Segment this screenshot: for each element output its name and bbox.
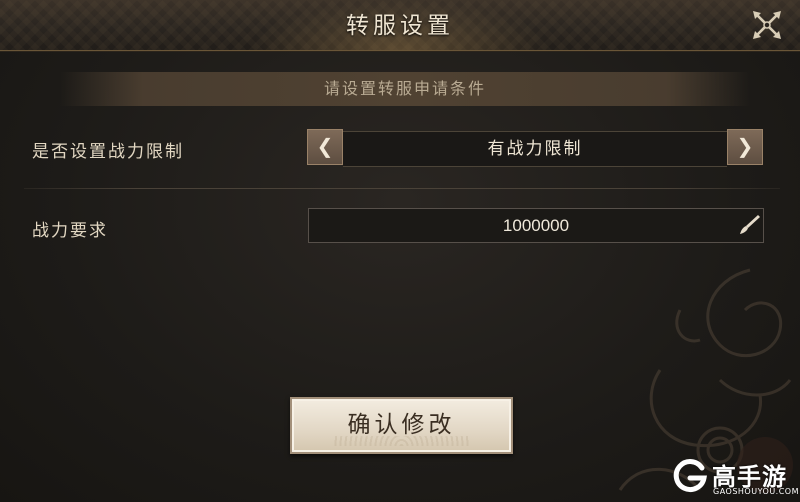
dialog-subtitle: 请设置转服申请条件 bbox=[323, 79, 486, 98]
power-requirement-input[interactable]: 1000000 bbox=[308, 208, 764, 243]
close-icon[interactable] bbox=[750, 8, 784, 42]
power-limit-label: 是否设置战力限制 bbox=[32, 142, 184, 162]
power-requirement-label: 战力要求 bbox=[32, 221, 108, 241]
power-limit-next-button[interactable]: ❯ bbox=[727, 129, 763, 165]
confirm-modify-label: 确认修改 bbox=[347, 412, 456, 438]
watermark-url: GAOSHOUYOU.COM bbox=[713, 487, 800, 496]
row-divider bbox=[24, 188, 780, 189]
brush-icon[interactable] bbox=[737, 213, 761, 237]
chevron-left-icon: ❮ bbox=[316, 134, 334, 158]
transfer-server-settings-dialog: 转服设置 请设置转服申请条件 是否设置战力限制 ❮ 有战力限制 ❯ 战力要求 1… bbox=[0, 0, 800, 502]
chevron-right-icon: ❯ bbox=[736, 134, 754, 158]
power-limit-selector: 有战力限制 bbox=[343, 131, 727, 167]
dialog-title: 转服设置 bbox=[346, 13, 454, 39]
gaoshouyou-logo-icon bbox=[673, 459, 707, 493]
watermark: 高手游 GAOSHOUYOU.COM bbox=[672, 456, 800, 502]
power-limit-prev-button[interactable]: ❮ bbox=[307, 129, 343, 165]
confirm-modify-button[interactable]: 确认修改 bbox=[290, 397, 513, 454]
